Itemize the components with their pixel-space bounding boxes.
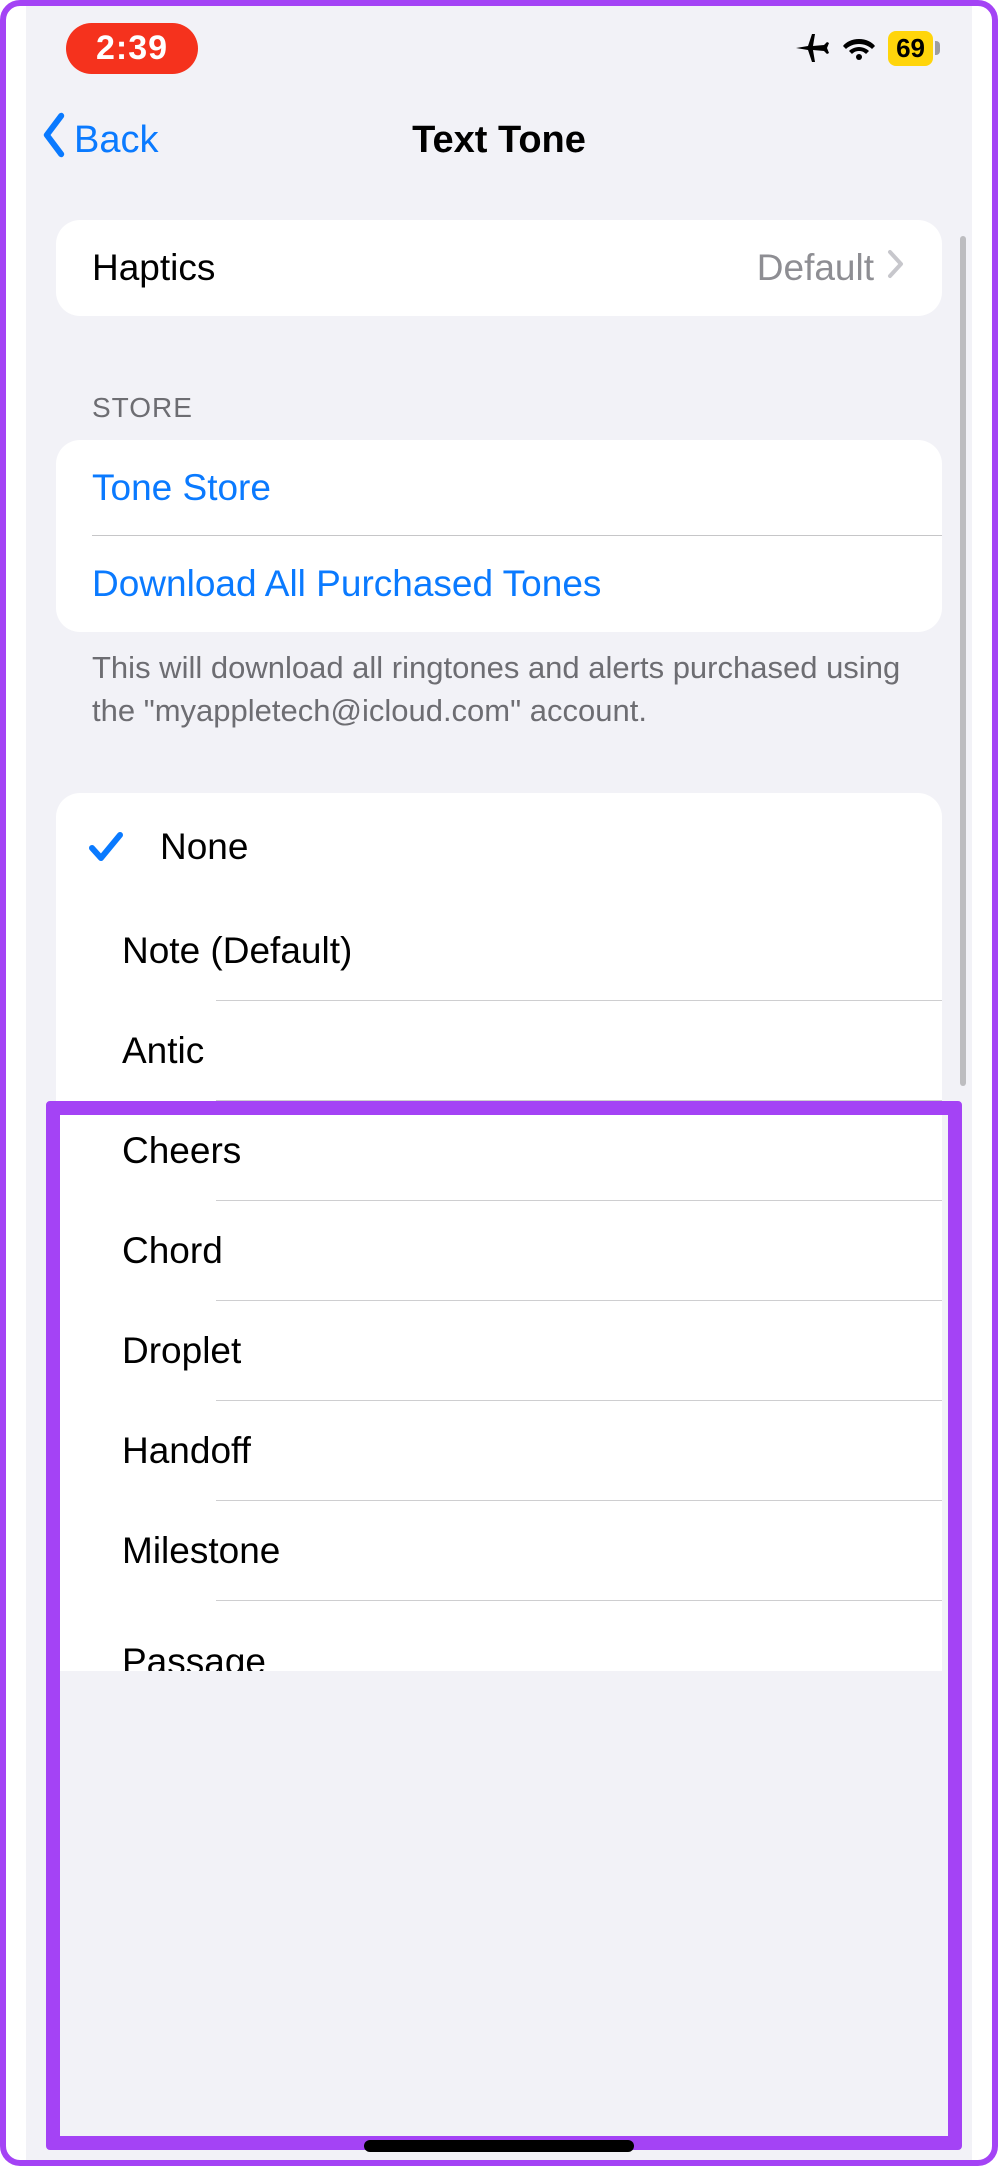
screenshot-frame: 2:39 69 xyxy=(0,0,998,2166)
tone-row[interactable]: Note (Default) xyxy=(56,901,942,1001)
haptics-label: Haptics xyxy=(92,247,757,289)
home-indicator[interactable] xyxy=(364,2140,634,2152)
nav-bar: Back Text Tone xyxy=(26,90,972,190)
checkmark-icon xyxy=(56,827,136,867)
tone-label: Handoff xyxy=(56,1430,942,1472)
tone-label: Chord xyxy=(56,1230,942,1272)
status-right: 69 xyxy=(794,31,940,66)
status-time-pill[interactable]: 2:39 xyxy=(66,23,198,74)
tone-store-row[interactable]: Tone Store xyxy=(56,440,942,536)
wifi-icon xyxy=(842,35,876,61)
download-all-label: Download All Purchased Tones xyxy=(92,563,906,605)
airplane-mode-icon xyxy=(794,32,830,64)
tone-label: Cheers xyxy=(56,1130,942,1172)
chevron-left-icon xyxy=(36,111,72,169)
tone-row[interactable]: Chord xyxy=(56,1201,942,1301)
tone-store-label: Tone Store xyxy=(92,467,906,509)
tone-row[interactable]: Handoff xyxy=(56,1401,942,1501)
battery-level: 69 xyxy=(888,31,933,66)
tone-label: Passage xyxy=(56,1641,942,1671)
download-all-row[interactable]: Download All Purchased Tones xyxy=(56,536,942,632)
tones-group: None Note (Default) Antic Cheers Chord xyxy=(56,793,942,1671)
chevron-right-icon xyxy=(886,247,906,289)
tone-row[interactable]: Milestone xyxy=(56,1501,942,1601)
tone-row[interactable]: Droplet xyxy=(56,1301,942,1401)
tone-row-none[interactable]: None xyxy=(56,793,942,901)
back-button[interactable]: Back xyxy=(26,111,158,169)
content: Haptics Default STORE Tone Store Downloa… xyxy=(26,190,972,1671)
haptics-group: Haptics Default xyxy=(56,220,942,316)
haptics-row[interactable]: Haptics Default xyxy=(56,220,942,316)
tone-label: Milestone xyxy=(56,1530,942,1572)
back-label: Back xyxy=(74,119,158,162)
store-footer: This will download all ringtones and ale… xyxy=(92,646,906,733)
tone-label: Antic xyxy=(56,1030,942,1072)
tone-label: Note (Default) xyxy=(56,930,942,972)
scroll-indicator xyxy=(960,236,966,1086)
page-title: Text Tone xyxy=(26,119,972,162)
battery-indicator: 69 xyxy=(888,31,940,66)
store-header: STORE xyxy=(92,392,972,424)
status-bar: 2:39 69 xyxy=(26,6,972,90)
phone-screen: 2:39 69 xyxy=(26,6,972,2160)
tone-row[interactable]: Antic xyxy=(56,1001,942,1101)
tone-row[interactable]: Passage xyxy=(56,1601,942,1671)
store-group: Tone Store Download All Purchased Tones xyxy=(56,440,942,632)
tone-label: None xyxy=(136,826,942,868)
tone-label: Droplet xyxy=(56,1330,942,1372)
tone-row[interactable]: Cheers xyxy=(56,1101,942,1201)
haptics-value: Default xyxy=(757,247,874,289)
